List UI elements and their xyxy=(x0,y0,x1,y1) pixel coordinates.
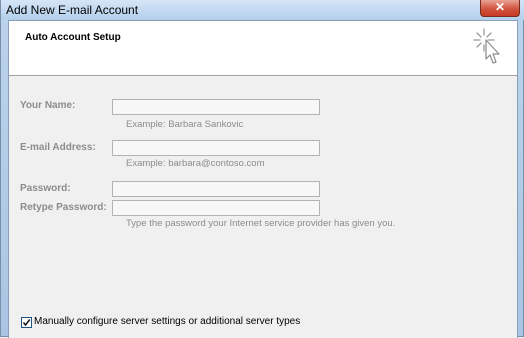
your-name-hint: Example: Barbara Sankovic xyxy=(126,119,244,130)
dialog-window: Add New E-mail Account ✕ Auto Account Se… xyxy=(0,0,524,338)
email-address-input[interactable] xyxy=(112,140,320,156)
close-icon: ✕ xyxy=(494,0,506,14)
password-input[interactable] xyxy=(112,181,320,197)
window-title: Add New E-mail Account xyxy=(6,3,139,17)
retype-password-input[interactable] xyxy=(112,200,320,216)
email-address-label: E-mail Address: xyxy=(20,142,96,153)
your-name-input[interactable] xyxy=(112,99,320,115)
wizard-header: Auto Account Setup xyxy=(9,21,517,76)
dialog-client-area: Auto Account Setup Your Name: Example: B… xyxy=(8,20,518,338)
your-name-label: Your Name: xyxy=(20,100,76,111)
manual-config-label[interactable]: Manually configure server settings or ad… xyxy=(34,316,300,327)
checkmark-icon xyxy=(22,319,31,327)
close-button[interactable]: ✕ xyxy=(480,0,520,17)
email-address-hint: Example: barbara@contoso.com xyxy=(126,158,265,169)
page-title: Auto Account Setup xyxy=(25,32,121,43)
wizard-cursor-icon xyxy=(473,28,500,64)
password-hint: Type the password your Internet service … xyxy=(126,218,396,229)
manual-config-checkbox[interactable] xyxy=(21,317,32,328)
retype-password-label: Retype Password: xyxy=(20,202,107,213)
password-label: Password: xyxy=(20,183,71,194)
title-bar[interactable]: Add New E-mail Account ✕ xyxy=(1,0,524,20)
